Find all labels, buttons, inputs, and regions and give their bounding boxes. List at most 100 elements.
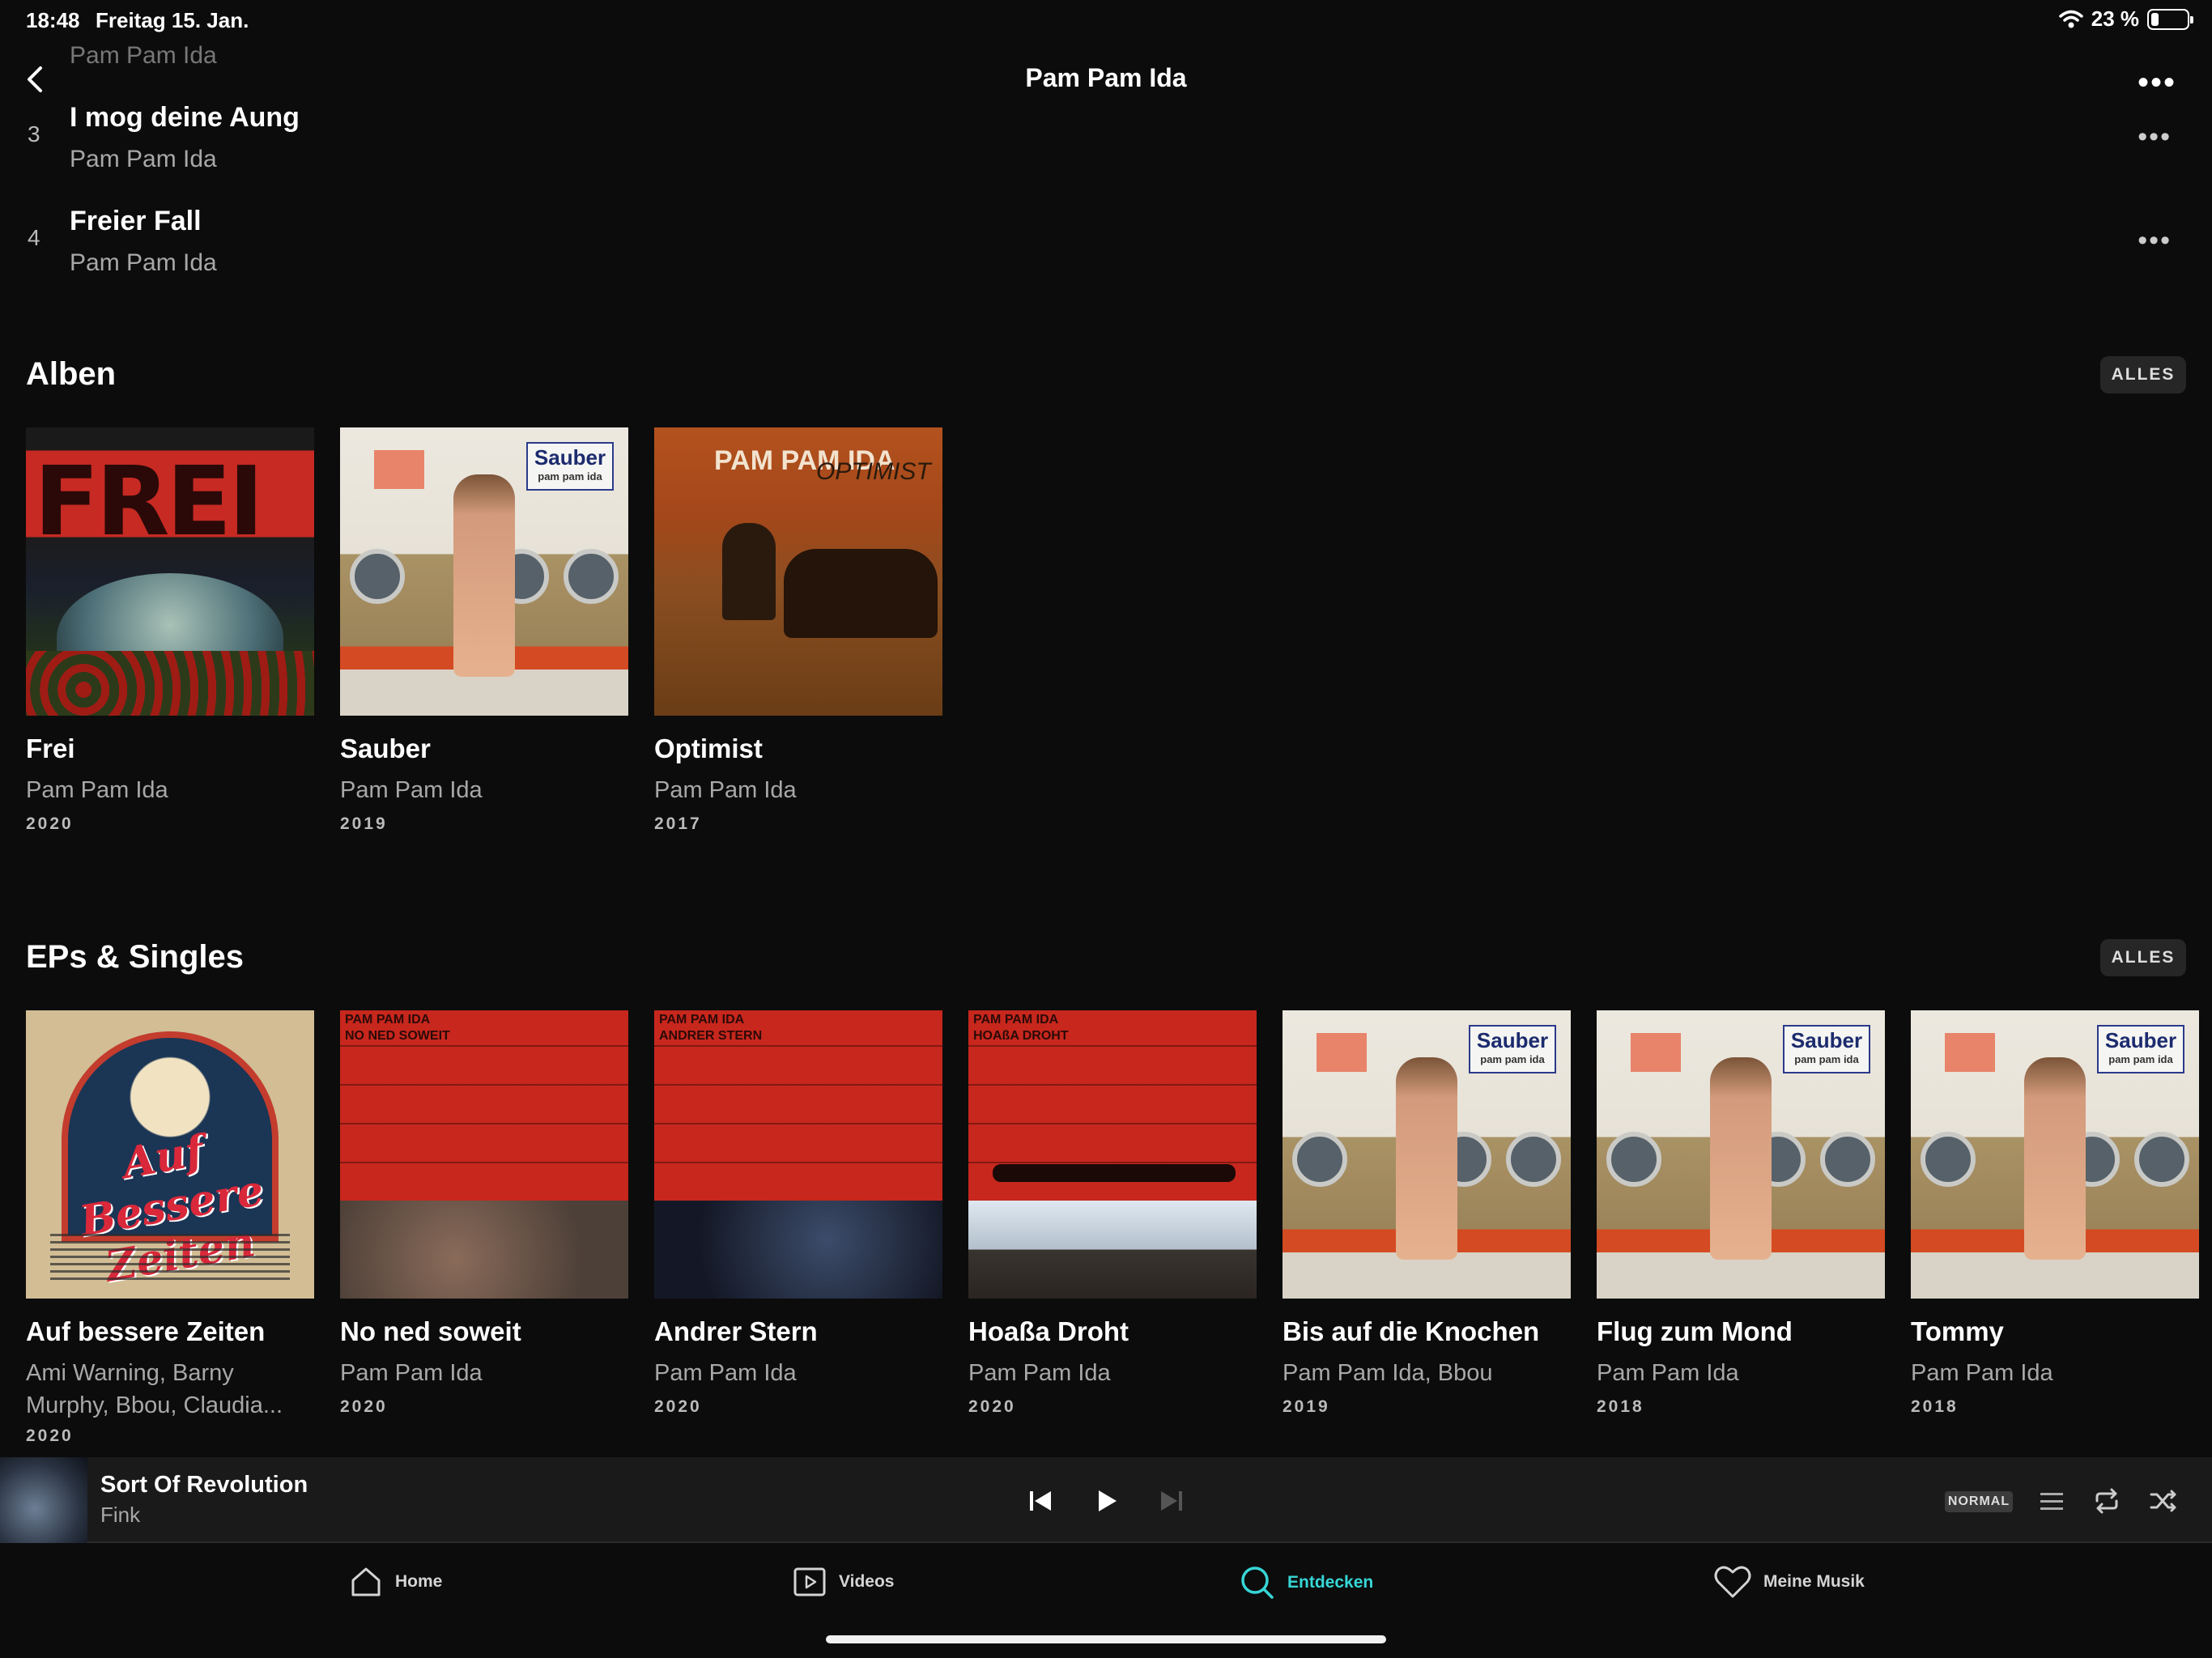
single-artist: Pam Pam Ida xyxy=(1597,1360,1739,1386)
quality-badge[interactable]: NORMAL xyxy=(1945,1491,2013,1512)
status-bar: 18:48 Freitag 15. Jan. 23 % xyxy=(0,0,2212,39)
single-card[interactable]: PAM PAM IDA ANDRER STERN Andrer Stern Pa… xyxy=(654,1010,942,1417)
more-options-icon[interactable]: ••• xyxy=(2138,65,2176,101)
album-year: 2019 xyxy=(340,814,388,833)
track-partial-artist: Pam Pam Ida xyxy=(70,42,217,69)
now-playing-artwork[interactable] xyxy=(0,1457,87,1543)
single-title: Hoaßa Droht xyxy=(968,1316,1129,1346)
track-artist: Pam Pam Ida xyxy=(70,249,217,276)
home-indicator[interactable] xyxy=(826,1635,1386,1643)
wifi-icon xyxy=(2058,10,2083,28)
play-icon[interactable] xyxy=(1090,1485,1122,1517)
album-cover[interactable]: FREI xyxy=(26,427,314,716)
album-cover[interactable]: PAM PAM IDA OPTIMIST xyxy=(654,427,942,716)
tab-meine-musik[interactable]: Meine Musik xyxy=(1713,1564,1865,1600)
single-cover[interactable]: Sauber pam pam ida xyxy=(1911,1010,2199,1299)
album-title: Sauber xyxy=(340,733,431,763)
track-row[interactable]: 4 Freier Fall Pam Pam Ida ••• xyxy=(0,201,2212,298)
single-title: No ned soweit xyxy=(340,1316,521,1346)
track-title: I mog deine Aung xyxy=(70,102,300,133)
previous-icon[interactable] xyxy=(1025,1485,1057,1517)
single-cover[interactable]: Sauber pam pam ida xyxy=(1283,1010,1571,1299)
singles-all-button[interactable]: ALLES xyxy=(2100,939,2186,976)
album-card-frei[interactable]: FREI Frei Pam Pam Ida 2020 xyxy=(26,427,314,834)
album-title: Optimist xyxy=(654,733,763,763)
single-artist: Pam Pam Ida xyxy=(340,1360,483,1386)
single-cover[interactable]: PAM PAM IDA HOAßA DROHT xyxy=(968,1010,1257,1299)
single-year: 2020 xyxy=(340,1397,388,1416)
album-artist: Pam Pam Ida xyxy=(340,777,483,803)
album-card-sauber[interactable]: Sauber pam pam ida Sauber Pam Pam Ida 201… xyxy=(340,427,628,834)
tab-label: Videos xyxy=(839,1572,895,1591)
search-icon xyxy=(1241,1567,1274,1599)
single-card[interactable]: PAM PAM IDA HOAßA DROHT Hoaßa Droht Pam … xyxy=(968,1010,1257,1417)
album-artist: Pam Pam Ida xyxy=(26,777,168,803)
next-icon[interactable] xyxy=(1155,1485,1187,1517)
single-card[interactable]: PAM PAM IDA NO NED SOWEIT No ned soweit … xyxy=(340,1010,628,1417)
now-playing-artist: Fink xyxy=(100,1503,141,1527)
tab-label: Meine Musik xyxy=(1763,1572,1865,1591)
single-artist: Pam Pam Ida xyxy=(968,1360,1111,1386)
single-cover[interactable]: PAM PAM IDA ANDRER STERN xyxy=(654,1010,942,1299)
single-artist: Pam Pam Ida, Bbou xyxy=(1283,1360,1493,1386)
track-number: 4 xyxy=(28,225,40,250)
repeat-icon[interactable] xyxy=(2091,1485,2123,1517)
single-cover[interactable]: PAM PAM IDA NO NED SOWEIT xyxy=(340,1010,628,1299)
single-year: 2020 xyxy=(654,1397,702,1416)
tab-home[interactable]: Home xyxy=(348,1564,442,1600)
cover-optimist-script: OPTIMIST xyxy=(816,458,931,485)
album-card-optimist[interactable]: PAM PAM IDA OPTIMIST Optimist Pam Pam Id… xyxy=(654,427,942,834)
status-right: 23 % xyxy=(2058,6,2193,32)
status-date: Freitag 15. Jan. xyxy=(96,8,249,32)
album-title: Frei xyxy=(26,733,75,763)
single-year: 2018 xyxy=(1597,1397,1644,1416)
status-time: 18:48 xyxy=(26,8,80,32)
cover-stern-label: PAM PAM IDA ANDRER STERN xyxy=(659,1013,763,1043)
home-icon xyxy=(351,1567,381,1596)
single-title: Tommy xyxy=(1911,1316,2004,1346)
single-card[interactable]: Sauber pam pam ida Flug zum Mond Pam Pam … xyxy=(1597,1010,1885,1417)
battery-icon xyxy=(2147,8,2193,30)
shuffle-icon[interactable] xyxy=(2147,1485,2180,1517)
track-number: 3 xyxy=(28,121,40,147)
track-more-icon[interactable]: ••• xyxy=(2138,121,2172,153)
single-year: 2019 xyxy=(1283,1397,1330,1416)
cover-hoassa-label: PAM PAM IDA HOAßA DROHT xyxy=(973,1013,1069,1043)
tab-label: Home xyxy=(395,1572,443,1591)
single-cover[interactable]: Auf Bessere Zeiten xyxy=(26,1010,314,1299)
queue-icon[interactable] xyxy=(2035,1485,2068,1517)
track-row[interactable]: 3 I mog deine Aung Pam Pam Ida ••• xyxy=(0,97,2212,194)
tab-videos[interactable]: Videos xyxy=(792,1564,894,1600)
battery-percent: 23 % xyxy=(2091,6,2139,31)
album-year: 2017 xyxy=(654,814,702,833)
album-year: 2020 xyxy=(26,814,74,833)
single-artist: Pam Pam Ida xyxy=(654,1360,797,1386)
single-card[interactable]: Sauber pam pam ida Bis auf die Knochen Pa… xyxy=(1283,1010,1571,1417)
mini-player[interactable]: Sort Of Revolution Fink NORMAL xyxy=(0,1457,2212,1543)
singles-title: EPs & Singles xyxy=(26,939,244,975)
single-year: 2020 xyxy=(968,1397,1016,1416)
track-more-icon[interactable]: ••• xyxy=(2138,225,2172,257)
cover-sauber-logo: Sauber pam pam ida xyxy=(526,442,614,491)
single-cover[interactable]: Sauber pam pam ida xyxy=(1597,1010,1885,1299)
tab-entdecken[interactable]: Entdecken xyxy=(1239,1564,1373,1601)
albums-title: Alben xyxy=(26,356,117,392)
album-artist: Pam Pam Ida xyxy=(654,777,797,803)
single-card[interactable]: Auf Bessere Zeiten Auf bessere Zeiten Am… xyxy=(26,1010,314,1446)
cover-frei-text: FREI xyxy=(34,445,264,557)
single-title: Auf bessere Zeiten xyxy=(26,1316,266,1346)
page-title: Pam Pam Ida xyxy=(1025,63,1187,92)
track-title: Freier Fall xyxy=(70,206,202,236)
cover-ned-label: PAM PAM IDA NO NED SOWEIT xyxy=(345,1013,450,1043)
single-artist: Pam Pam Ida xyxy=(1911,1360,2053,1386)
single-title: Bis auf die Knochen xyxy=(1283,1316,1540,1346)
single-year: 2018 xyxy=(1911,1397,1959,1416)
albums-all-button[interactable]: ALLES xyxy=(2100,356,2186,393)
single-card[interactable]: Sauber pam pam ida Tommy Pam Pam Ida 2018 xyxy=(1911,1010,2199,1417)
single-year: 2020 xyxy=(26,1426,74,1445)
album-cover[interactable]: Sauber pam pam ida xyxy=(340,427,628,716)
single-title: Andrer Stern xyxy=(654,1316,818,1346)
tab-label: Entdecken xyxy=(1287,1573,1374,1592)
video-icon xyxy=(793,1567,826,1596)
now-playing-title: Sort Of Revolution xyxy=(100,1472,308,1498)
